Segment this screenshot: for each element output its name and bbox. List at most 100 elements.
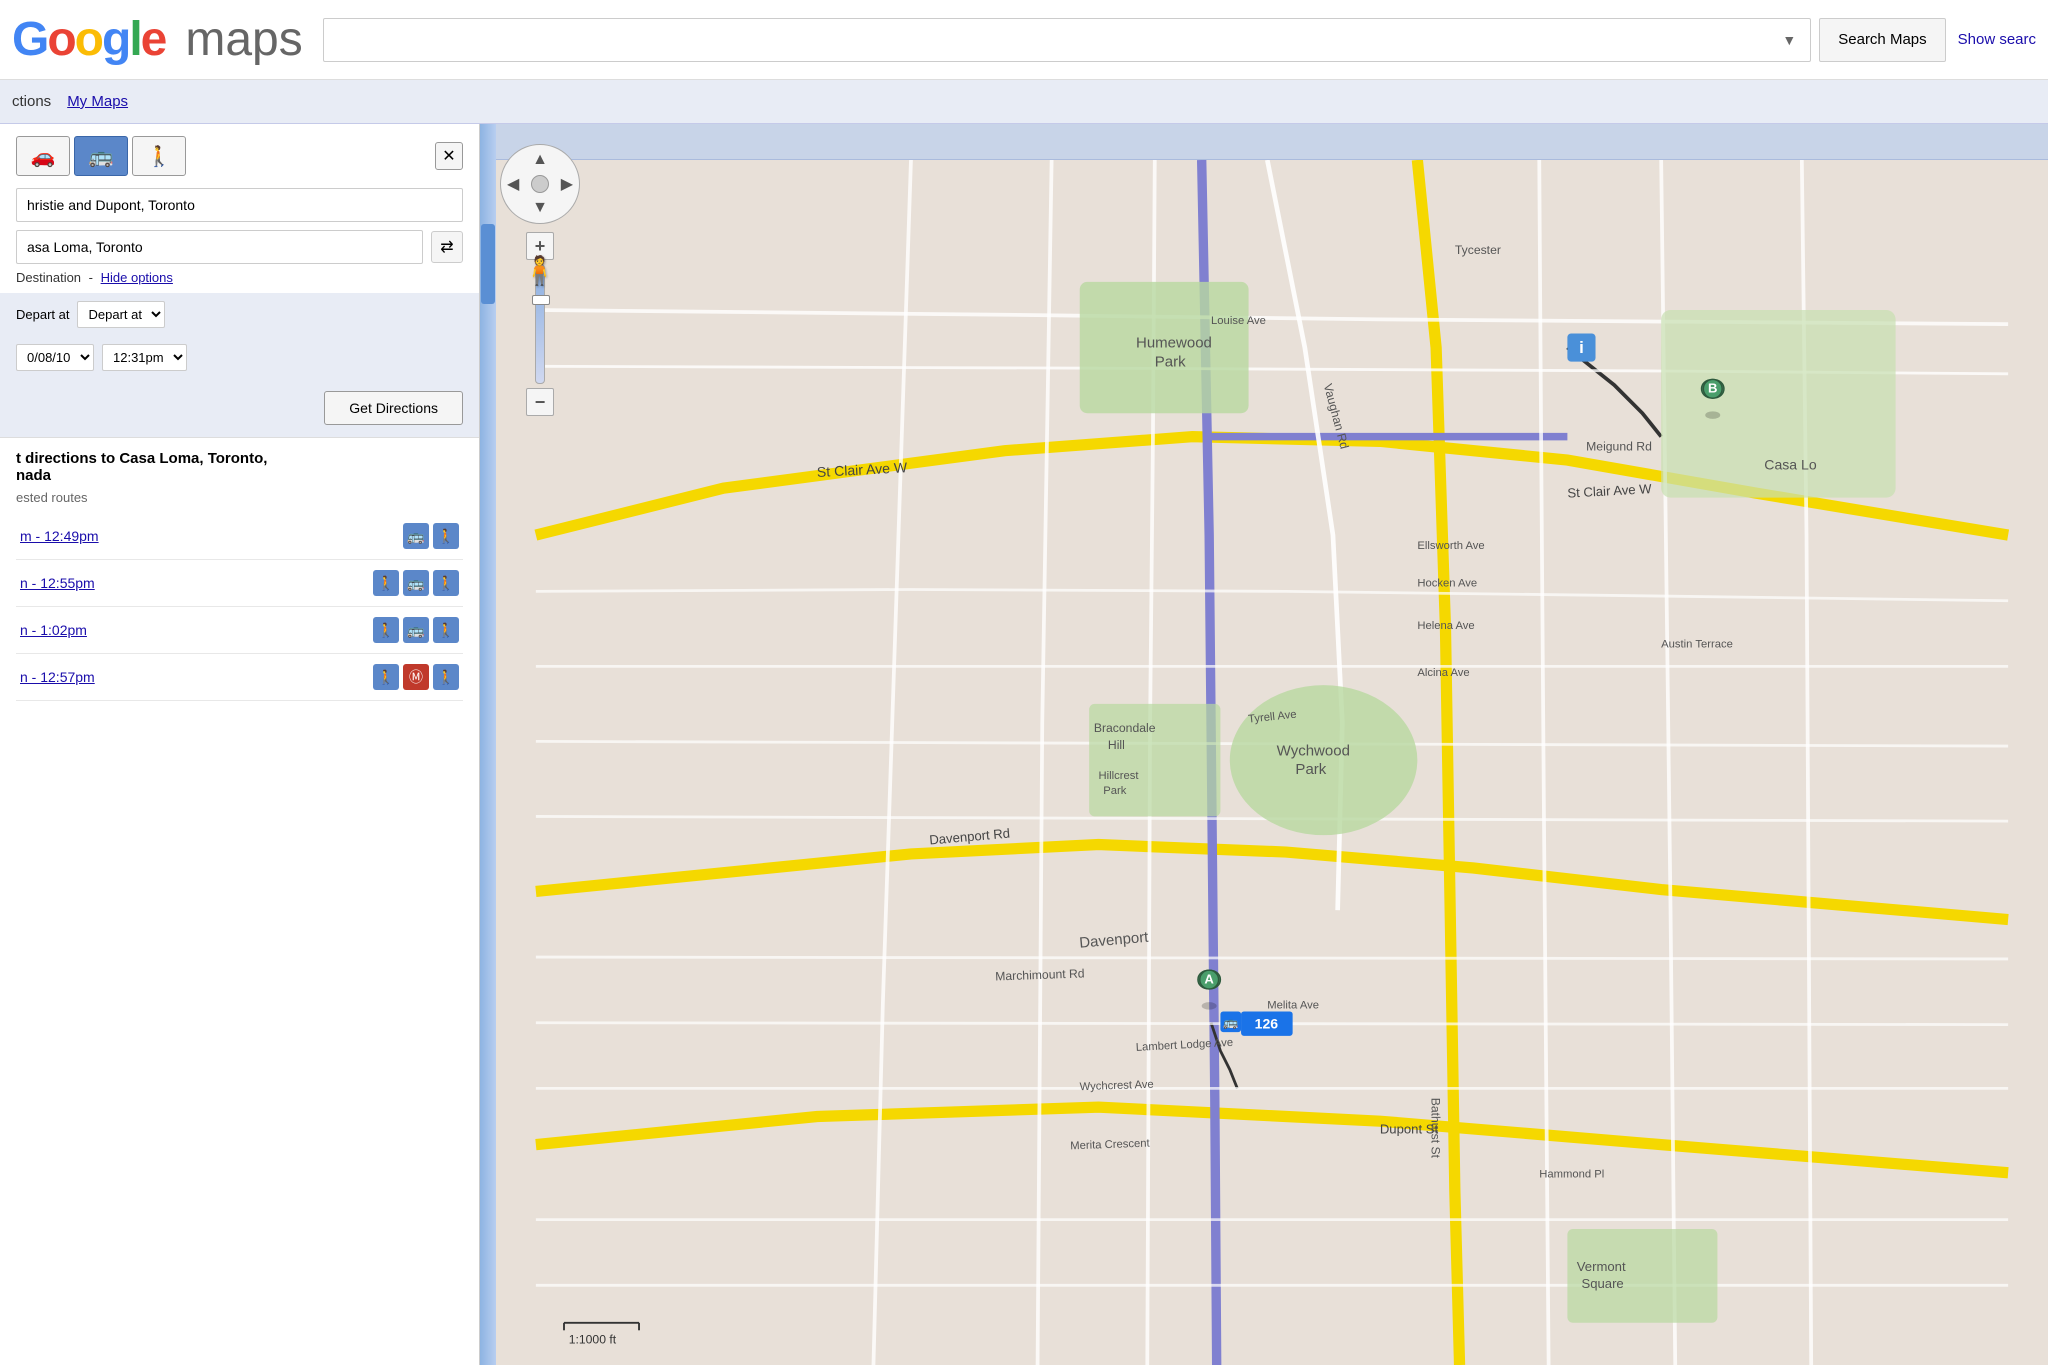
from-input[interactable] (16, 188, 463, 222)
logo-maps: maps (185, 12, 302, 67)
svg-text:Humewood: Humewood (1136, 335, 1212, 352)
svg-text:Austin Terrace: Austin Terrace (1661, 639, 1733, 651)
map-controls: ▲ ▼ ◀ ▶ 🧍 + − (500, 144, 580, 416)
map-canvas[interactable]: Humewood Park Wychwood Park Davenport Da… (496, 160, 2048, 1365)
hide-options-link[interactable]: Hide options (101, 270, 173, 285)
get-directions-row: Get Directions (0, 379, 479, 437)
route-time-2[interactable]: n - 12:55pm (20, 575, 373, 591)
nav-center (531, 175, 549, 193)
route-icon-bus: 🚌 (403, 523, 429, 549)
svg-text:Hill: Hill (1108, 738, 1125, 752)
svg-text:Park: Park (1155, 353, 1186, 370)
transit-badge-label: 126 (1255, 1015, 1279, 1031)
route-time-4[interactable]: n - 12:57pm (20, 669, 373, 685)
svg-text:Hammond Pl: Hammond Pl (1539, 1168, 1604, 1180)
nav-right-button[interactable]: ▶ (561, 174, 573, 194)
svg-text:Bracondale: Bracondale (1094, 721, 1156, 735)
transport-car-button[interactable]: 🚗 (16, 136, 70, 176)
main-layout: 🚗 🚌 🚶 ✕ ⇄ Destination - Hide options Dep… (0, 124, 2048, 1365)
route-icon-walk: 🚶 (433, 523, 459, 549)
suggested-routes-label: ested routes (16, 490, 463, 505)
route-icons-3: 🚶 🚌 🚶 (373, 617, 459, 643)
route-icon-walk: 🚶 (373, 617, 399, 643)
subnav-directions[interactable]: ctions (12, 93, 51, 110)
map-scrollbar[interactable] (480, 124, 496, 1365)
street-view-icon[interactable]: 🧍 (522, 254, 557, 287)
datetime-row: 0/08/10 12:31pm (0, 336, 479, 379)
route-icon-walk: 🚶 (373, 570, 399, 596)
from-input-row (0, 184, 479, 226)
route-item[interactable]: n - 12:55pm 🚶 🚌 🚶 (16, 560, 463, 607)
get-directions-button[interactable]: Get Directions (324, 391, 463, 425)
depart-row: Depart at Depart at Arrive by (0, 293, 479, 336)
map-scrollbar-thumb[interactable] (481, 224, 495, 304)
subnav-mymaps-link[interactable]: My Maps (67, 93, 128, 110)
search-bar[interactable]: ▼ (323, 18, 1812, 62)
svg-text:Park: Park (1103, 785, 1127, 797)
search-input[interactable] (332, 31, 1783, 49)
zoom-out-button[interactable]: − (526, 388, 554, 416)
route-icon-metro: Ⓜ (403, 664, 429, 690)
route-icons-4: 🚶 Ⓜ 🚶 (373, 664, 459, 690)
date-select[interactable]: 0/08/10 (16, 344, 94, 371)
logo-o1: o (47, 13, 74, 66)
swap-routes-button[interactable]: ⇄ (431, 231, 463, 263)
hide-options-row: Destination - Hide options (0, 268, 479, 293)
transport-transit-button[interactable]: 🚌 (74, 136, 128, 176)
subnav: ctions My Maps (0, 80, 2048, 124)
logo-e: e (141, 13, 166, 66)
to-input-row: ⇄ (0, 226, 479, 268)
svg-text:Square: Square (1581, 1276, 1623, 1291)
transport-walk-button[interactable]: 🚶 (132, 136, 186, 176)
route-icon-bus: 🚌 (403, 617, 429, 643)
route-icon-walk2: 🚶 (433, 664, 459, 690)
destination-label: Destination (16, 270, 81, 285)
route-time-3[interactable]: n - 1:02pm (20, 622, 373, 638)
nav-down-button[interactable]: ▼ (532, 199, 548, 217)
depart-select[interactable]: Depart at Arrive by (77, 301, 165, 328)
header: Google maps ▼ Search Maps Show searc (0, 0, 2048, 80)
close-panel-button[interactable]: ✕ (435, 142, 463, 170)
route-item[interactable]: m - 12:49pm 🚌 🚶 (16, 513, 463, 560)
svg-text:Alcina Ave: Alcina Ave (1417, 667, 1469, 679)
nav-compass[interactable]: ▲ ▼ ◀ ▶ (500, 144, 580, 224)
svg-text:Tycester: Tycester (1455, 243, 1501, 257)
svg-text:Helena Ave: Helena Ave (1417, 620, 1474, 632)
route-item[interactable]: n - 1:02pm 🚶 🚌 🚶 (16, 607, 463, 654)
nav-up-button[interactable]: ▲ (532, 151, 548, 169)
results-title: t directions to Casa Loma, Toronto, nada (16, 450, 463, 484)
logo: Google (12, 12, 165, 67)
svg-text:1:1000 ft: 1:1000 ft (569, 1332, 617, 1346)
svg-text:Casa Lo: Casa Lo (1764, 456, 1817, 472)
logo-g2: g (102, 13, 129, 66)
svg-text:🚌: 🚌 (1223, 1015, 1238, 1029)
route-item[interactable]: n - 12:57pm 🚶 Ⓜ 🚶 (16, 654, 463, 701)
to-input[interactable] (16, 230, 423, 264)
svg-text:Park: Park (1295, 761, 1326, 778)
route-time-1: m - 12:49pm (20, 528, 403, 544)
svg-text:Hillcrest: Hillcrest (1099, 770, 1140, 782)
svg-text:Meigund Rd: Meigund Rd (1586, 440, 1652, 454)
map-area[interactable]: Humewood Park Wychwood Park Davenport Da… (480, 124, 2048, 1365)
zoom-slider-thumb[interactable] (532, 295, 550, 305)
depart-label: Depart at (16, 307, 69, 322)
route-icons-2: 🚶 🚌 🚶 (373, 570, 459, 596)
time-select[interactable]: 12:31pm (102, 344, 187, 371)
svg-text:Hocken Ave: Hocken Ave (1417, 578, 1477, 590)
logo-o2: o (75, 13, 102, 66)
svg-text:A: A (1204, 971, 1214, 986)
route-icons-1: 🚌 🚶 (403, 523, 459, 549)
logo-g: G (12, 13, 47, 66)
svg-text:Melita Ave: Melita Ave (1267, 1000, 1319, 1012)
svg-text:B: B (1708, 381, 1717, 396)
svg-text:Louise Ave: Louise Ave (1211, 315, 1266, 327)
search-dropdown-arrow-icon[interactable]: ▼ (1782, 32, 1796, 48)
search-maps-button[interactable]: Search Maps (1819, 18, 1945, 62)
logo-l: l (129, 13, 140, 66)
show-search-link[interactable]: Show searc (1958, 31, 2036, 48)
route-icon-bus: 🚌 (403, 570, 429, 596)
dot-separator: - (89, 270, 97, 285)
nav-left-button[interactable]: ◀ (507, 174, 519, 194)
results-section: t directions to Casa Loma, Toronto, nada… (0, 437, 479, 705)
svg-text:Ellsworth Ave: Ellsworth Ave (1417, 540, 1484, 552)
